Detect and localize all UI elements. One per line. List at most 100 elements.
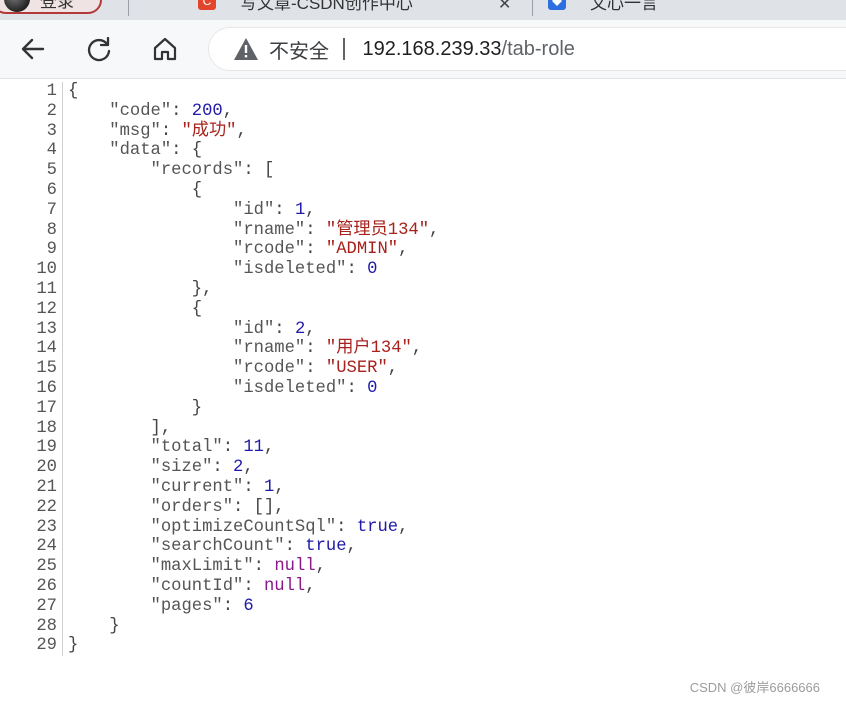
json-line: }, xyxy=(68,280,439,300)
json-line: { xyxy=(68,181,439,201)
json-key: "data" xyxy=(109,141,172,161)
json-key: "isdeleted" xyxy=(233,378,347,398)
json-key: "rcode" xyxy=(233,240,306,260)
json-punctuation xyxy=(68,260,233,279)
json-number: 2 xyxy=(294,319,306,339)
line-number: 16 xyxy=(36,378,57,398)
json-punctuation: , xyxy=(411,339,423,359)
json-punctuation: ], xyxy=(68,418,172,438)
url-path: /tab-role xyxy=(501,37,575,60)
close-tab-icon[interactable]: ✕ xyxy=(498,0,511,14)
tab-strip: 登录 C 写文章-CSDN创作中心 ✕ 文心一言 xyxy=(0,0,846,20)
json-key: "total" xyxy=(150,438,223,458)
json-punctuation: : xyxy=(274,319,295,339)
json-punctuation xyxy=(68,161,151,180)
json-line: ], xyxy=(68,419,439,439)
line-number: 26 xyxy=(36,576,57,596)
json-number: 200 xyxy=(191,101,223,121)
tab-title: 登录 xyxy=(40,0,74,11)
line-number: 6 xyxy=(46,180,57,200)
json-line: "optimizeCountSql": true, xyxy=(68,518,439,538)
json-punctuation xyxy=(68,240,233,259)
tab-separator xyxy=(128,0,129,16)
json-number: 11 xyxy=(243,438,264,458)
tab-csdn-editor[interactable]: C 写文章-CSDN创作中心 xyxy=(198,0,413,16)
json-punctuation: : [], xyxy=(233,497,285,517)
json-punctuation: : xyxy=(274,200,295,220)
json-punctuation xyxy=(68,597,151,616)
json-number: 1 xyxy=(294,200,306,220)
json-boolean: true xyxy=(356,517,399,537)
json-punctuation xyxy=(68,458,151,477)
json-line: "id": 1, xyxy=(68,201,439,221)
json-line: "searchCount": true, xyxy=(68,537,439,557)
json-punctuation: : xyxy=(346,260,368,280)
line-number: 19 xyxy=(36,438,57,458)
json-punctuation: : xyxy=(222,438,244,458)
line-number: 11 xyxy=(36,279,57,299)
url-host: 192.168.239.33 xyxy=(362,37,502,60)
line-number: 23 xyxy=(36,517,57,537)
json-line: "rcode": "USER", xyxy=(68,359,439,379)
json-punctuation: , xyxy=(346,537,357,557)
json-punctuation: , xyxy=(264,438,275,458)
back-button[interactable] xyxy=(16,32,50,66)
json-punctuation xyxy=(68,577,151,596)
json-code: { "code": 200, "msg": "成功", "data": { "r… xyxy=(68,82,439,656)
json-punctuation: , xyxy=(398,517,409,537)
json-punctuation: : xyxy=(346,378,368,398)
json-punctuation: : xyxy=(222,596,244,616)
line-number: 18 xyxy=(36,418,57,438)
json-number: 6 xyxy=(243,596,254,616)
json-number: 0 xyxy=(367,378,378,398)
json-line: "data": { xyxy=(68,141,439,161)
json-key: "rname" xyxy=(233,220,306,240)
home-button[interactable] xyxy=(148,32,182,66)
line-number: 2 xyxy=(46,101,57,121)
tab-title: 写文章-CSDN创作中心 xyxy=(240,0,413,13)
json-string: "USER" xyxy=(325,359,388,379)
json-key: "current" xyxy=(150,477,244,497)
json-key: "code" xyxy=(109,101,172,121)
json-line: "total": 11, xyxy=(68,438,439,458)
json-punctuation: , xyxy=(274,477,285,497)
json-punctuation xyxy=(68,537,151,556)
reload-button[interactable] xyxy=(82,32,116,66)
line-number: 17 xyxy=(36,398,57,418)
json-punctuation: , xyxy=(398,240,409,260)
json-key: "searchCount" xyxy=(150,537,285,557)
omnibox-divider xyxy=(343,38,345,60)
tab-wenxin[interactable]: 文心一言 xyxy=(548,0,658,16)
json-punctuation: : xyxy=(243,477,264,497)
tab-login[interactable]: 登录 xyxy=(0,0,102,14)
json-line: "msg": "成功", xyxy=(68,122,439,142)
json-punctuation: , xyxy=(243,458,254,478)
json-punctuation: { xyxy=(68,82,79,101)
json-punctuation: , xyxy=(236,121,247,141)
line-number: 14 xyxy=(36,339,57,359)
json-line: "countId": null, xyxy=(68,577,439,597)
json-line: "isdeleted": 0 xyxy=(68,379,439,399)
json-boolean: true xyxy=(305,537,347,557)
json-punctuation: : xyxy=(160,121,182,141)
json-punctuation xyxy=(68,201,233,220)
json-punctuation: : xyxy=(305,339,326,359)
line-number: 9 xyxy=(46,240,57,260)
line-number: 20 xyxy=(36,458,57,478)
json-line: "current": 1, xyxy=(68,478,439,498)
json-punctuation: : xyxy=(336,517,357,537)
json-key: "id" xyxy=(233,319,275,339)
warning-icon[interactable] xyxy=(233,37,259,61)
security-status-label[interactable]: 不安全 xyxy=(269,35,329,64)
json-string: "ADMIN" xyxy=(325,240,399,260)
line-number: 3 xyxy=(46,121,57,141)
line-number: 5 xyxy=(46,161,57,181)
address-bar[interactable]: 不安全 192.168.239.33 /tab-role xyxy=(208,27,846,71)
json-punctuation xyxy=(68,478,151,497)
line-number: 24 xyxy=(36,537,57,557)
json-key: "msg" xyxy=(109,121,161,141)
json-punctuation: { xyxy=(68,180,203,200)
line-number: 10 xyxy=(36,260,57,280)
json-punctuation: : xyxy=(284,537,306,557)
json-key: "maxLimit" xyxy=(150,557,254,577)
